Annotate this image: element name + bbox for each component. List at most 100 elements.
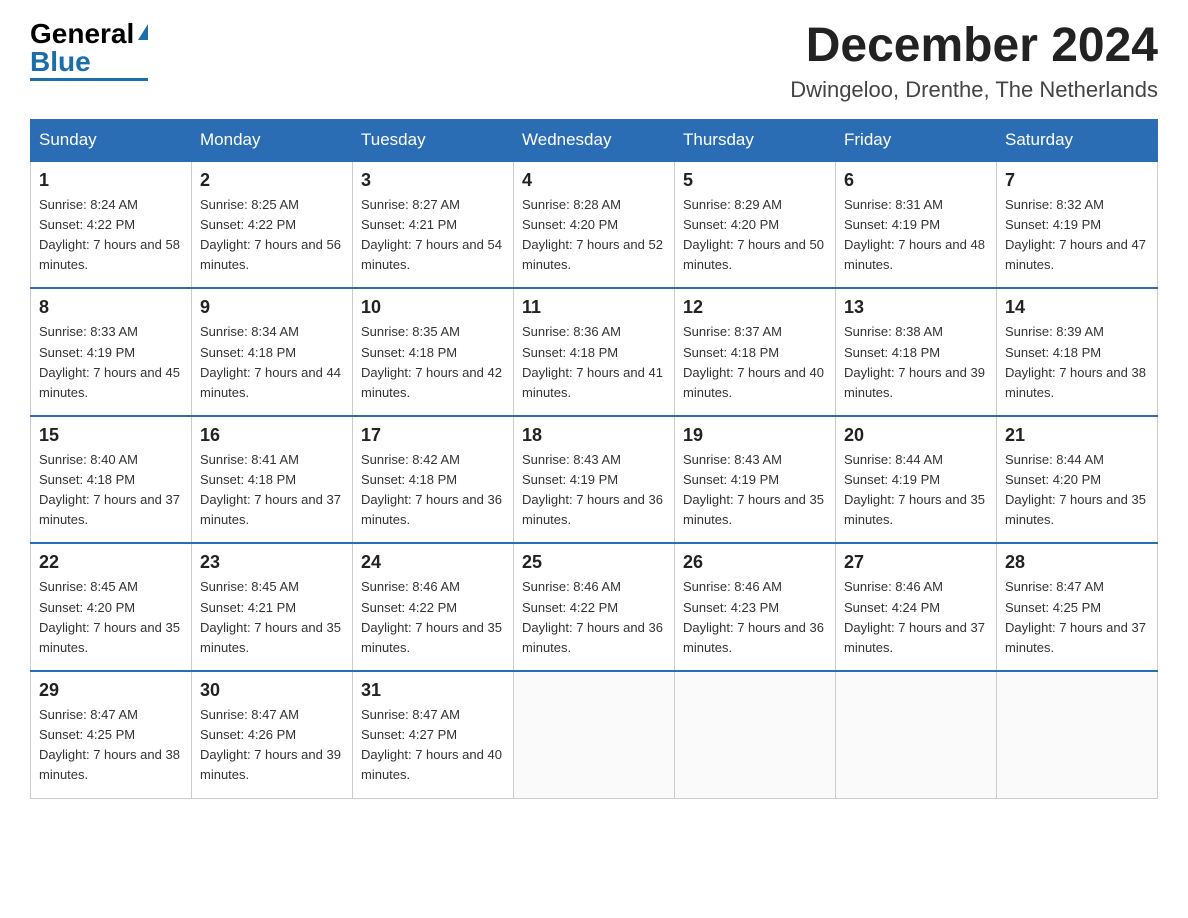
day-info: Sunrise: 8:43 AMSunset: 4:19 PMDaylight:…	[522, 450, 666, 531]
day-info: Sunrise: 8:44 AMSunset: 4:20 PMDaylight:…	[1005, 450, 1149, 531]
calendar-cell: 27 Sunrise: 8:46 AMSunset: 4:24 PMDayligh…	[836, 543, 997, 671]
day-number: 19	[683, 425, 827, 446]
day-info: Sunrise: 8:45 AMSunset: 4:20 PMDaylight:…	[39, 577, 183, 658]
day-number: 11	[522, 297, 666, 318]
calendar-cell: 9 Sunrise: 8:34 AMSunset: 4:18 PMDaylight…	[192, 288, 353, 416]
title-section: December 2024 Dwingeloo, Drenthe, The Ne…	[790, 20, 1158, 103]
calendar-cell: 28 Sunrise: 8:47 AMSunset: 4:25 PMDayligh…	[997, 543, 1158, 671]
day-info: Sunrise: 8:25 AMSunset: 4:22 PMDaylight:…	[200, 195, 344, 276]
calendar-cell: 5 Sunrise: 8:29 AMSunset: 4:20 PMDaylight…	[675, 161, 836, 289]
calendar-cell: 21 Sunrise: 8:44 AMSunset: 4:20 PMDayligh…	[997, 416, 1158, 544]
day-info: Sunrise: 8:33 AMSunset: 4:19 PMDaylight:…	[39, 322, 183, 403]
day-info: Sunrise: 8:24 AMSunset: 4:22 PMDaylight:…	[39, 195, 183, 276]
day-number: 28	[1005, 552, 1149, 573]
col-friday: Friday	[836, 119, 997, 161]
day-number: 24	[361, 552, 505, 573]
calendar-cell: 11 Sunrise: 8:36 AMSunset: 4:18 PMDayligh…	[514, 288, 675, 416]
page-header: General Blue December 2024 Dwingeloo, Dr…	[30, 20, 1158, 103]
day-info: Sunrise: 8:47 AMSunset: 4:25 PMDaylight:…	[39, 705, 183, 786]
day-number: 12	[683, 297, 827, 318]
day-number: 27	[844, 552, 988, 573]
calendar-week-2: 8Sunrise: 8:33 AMSunset: 4:19 PMDaylight…	[31, 288, 1158, 416]
calendar-table: Sunday Monday Tuesday Wednesday Thursday…	[30, 119, 1158, 799]
logo-general-text: General	[30, 20, 134, 48]
day-info: Sunrise: 8:36 AMSunset: 4:18 PMDaylight:…	[522, 322, 666, 403]
col-tuesday: Tuesday	[353, 119, 514, 161]
day-info: Sunrise: 8:41 AMSunset: 4:18 PMDaylight:…	[200, 450, 344, 531]
calendar-cell: 30Sunrise: 8:47 AMSunset: 4:26 PMDayligh…	[192, 671, 353, 798]
calendar-cell: 1Sunrise: 8:24 AMSunset: 4:22 PMDaylight…	[31, 161, 192, 289]
day-number: 3	[361, 170, 505, 191]
day-number: 9	[200, 297, 344, 318]
day-info: Sunrise: 8:34 AMSunset: 4:18 PMDaylight:…	[200, 322, 344, 403]
day-info: Sunrise: 8:27 AMSunset: 4:21 PMDaylight:…	[361, 195, 505, 276]
calendar-cell: 31Sunrise: 8:47 AMSunset: 4:27 PMDayligh…	[353, 671, 514, 798]
day-info: Sunrise: 8:43 AMSunset: 4:19 PMDaylight:…	[683, 450, 827, 531]
day-number: 18	[522, 425, 666, 446]
calendar-cell: 12 Sunrise: 8:37 AMSunset: 4:18 PMDayligh…	[675, 288, 836, 416]
day-info: Sunrise: 8:46 AMSunset: 4:24 PMDaylight:…	[844, 577, 988, 658]
day-info: Sunrise: 8:28 AMSunset: 4:20 PMDaylight:…	[522, 195, 666, 276]
day-info: Sunrise: 8:42 AMSunset: 4:18 PMDaylight:…	[361, 450, 505, 531]
logo-underline	[30, 78, 148, 81]
calendar-cell: 2 Sunrise: 8:25 AMSunset: 4:22 PMDaylight…	[192, 161, 353, 289]
calendar-cell: 19 Sunrise: 8:43 AMSunset: 4:19 PMDayligh…	[675, 416, 836, 544]
day-number: 29	[39, 680, 183, 701]
day-number: 5	[683, 170, 827, 191]
day-info: Sunrise: 8:46 AMSunset: 4:23 PMDaylight:…	[683, 577, 827, 658]
day-info: Sunrise: 8:31 AMSunset: 4:19 PMDaylight:…	[844, 195, 988, 276]
calendar-week-1: 1Sunrise: 8:24 AMSunset: 4:22 PMDaylight…	[31, 161, 1158, 289]
day-number: 15	[39, 425, 183, 446]
day-number: 26	[683, 552, 827, 573]
calendar-cell: 24 Sunrise: 8:46 AMSunset: 4:22 PMDayligh…	[353, 543, 514, 671]
day-info: Sunrise: 8:46 AMSunset: 4:22 PMDaylight:…	[522, 577, 666, 658]
col-wednesday: Wednesday	[514, 119, 675, 161]
calendar-cell: 25 Sunrise: 8:46 AMSunset: 4:22 PMDayligh…	[514, 543, 675, 671]
day-info: Sunrise: 8:45 AMSunset: 4:21 PMDaylight:…	[200, 577, 344, 658]
day-number: 14	[1005, 297, 1149, 318]
day-number: 7	[1005, 170, 1149, 191]
calendar-cell: 10Sunrise: 8:35 AMSunset: 4:18 PMDayligh…	[353, 288, 514, 416]
calendar-cell: 18 Sunrise: 8:43 AMSunset: 4:19 PMDayligh…	[514, 416, 675, 544]
day-number: 21	[1005, 425, 1149, 446]
day-number: 17	[361, 425, 505, 446]
day-info: Sunrise: 8:29 AMSunset: 4:20 PMDaylight:…	[683, 195, 827, 276]
day-number: 20	[844, 425, 988, 446]
calendar-header-row: Sunday Monday Tuesday Wednesday Thursday…	[31, 119, 1158, 161]
day-info: Sunrise: 8:35 AMSunset: 4:18 PMDaylight:…	[361, 322, 505, 403]
day-info: Sunrise: 8:46 AMSunset: 4:22 PMDaylight:…	[361, 577, 505, 658]
calendar-cell: 8Sunrise: 8:33 AMSunset: 4:19 PMDaylight…	[31, 288, 192, 416]
day-info: Sunrise: 8:47 AMSunset: 4:27 PMDaylight:…	[361, 705, 505, 786]
calendar-cell	[997, 671, 1158, 798]
calendar-cell: 14 Sunrise: 8:39 AMSunset: 4:18 PMDayligh…	[997, 288, 1158, 416]
day-info: Sunrise: 8:37 AMSunset: 4:18 PMDaylight:…	[683, 322, 827, 403]
col-thursday: Thursday	[675, 119, 836, 161]
month-year-heading: December 2024	[790, 20, 1158, 73]
day-number: 4	[522, 170, 666, 191]
day-number: 16	[200, 425, 344, 446]
day-number: 25	[522, 552, 666, 573]
calendar-cell	[675, 671, 836, 798]
day-number: 6	[844, 170, 988, 191]
calendar-cell: 13Sunrise: 8:38 AMSunset: 4:18 PMDayligh…	[836, 288, 997, 416]
calendar-week-4: 22Sunrise: 8:45 AMSunset: 4:20 PMDayligh…	[31, 543, 1158, 671]
day-info: Sunrise: 8:39 AMSunset: 4:18 PMDaylight:…	[1005, 322, 1149, 403]
calendar-cell: 29 Sunrise: 8:47 AMSunset: 4:25 PMDayligh…	[31, 671, 192, 798]
calendar-cell: 26 Sunrise: 8:46 AMSunset: 4:23 PMDayligh…	[675, 543, 836, 671]
calendar-cell: 3 Sunrise: 8:27 AMSunset: 4:21 PMDaylight…	[353, 161, 514, 289]
day-number: 2	[200, 170, 344, 191]
calendar-week-3: 15Sunrise: 8:40 AMSunset: 4:18 PMDayligh…	[31, 416, 1158, 544]
col-sunday: Sunday	[31, 119, 192, 161]
calendar-cell: 4 Sunrise: 8:28 AMSunset: 4:20 PMDaylight…	[514, 161, 675, 289]
logo: General Blue	[30, 20, 148, 81]
day-info: Sunrise: 8:47 AMSunset: 4:25 PMDaylight:…	[1005, 577, 1149, 658]
calendar-cell: 17 Sunrise: 8:42 AMSunset: 4:18 PMDayligh…	[353, 416, 514, 544]
calendar-cell	[514, 671, 675, 798]
day-number: 30	[200, 680, 344, 701]
day-info: Sunrise: 8:32 AMSunset: 4:19 PMDaylight:…	[1005, 195, 1149, 276]
logo-triangle-icon	[138, 24, 148, 40]
calendar-week-5: 29 Sunrise: 8:47 AMSunset: 4:25 PMDayligh…	[31, 671, 1158, 798]
location-text: Dwingeloo, Drenthe, The Netherlands	[790, 77, 1158, 103]
col-monday: Monday	[192, 119, 353, 161]
calendar-cell: 6 Sunrise: 8:31 AMSunset: 4:19 PMDaylight…	[836, 161, 997, 289]
